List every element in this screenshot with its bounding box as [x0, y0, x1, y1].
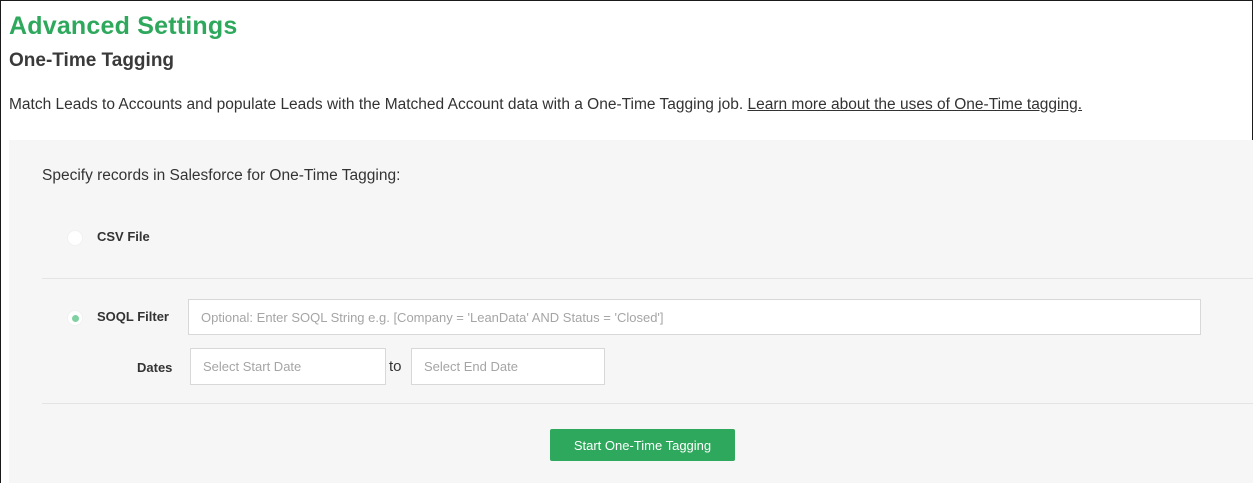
- description: Match Leads to Accounts and populate Lea…: [9, 96, 1082, 114]
- end-date-input[interactable]: [411, 348, 605, 385]
- soql-filter-label[interactable]: SOQL Filter: [97, 309, 169, 324]
- divider-bottom: [42, 403, 1253, 404]
- tagging-options-panel: Specify records in Salesforce for One-Ti…: [9, 140, 1253, 483]
- dates-label: Dates: [137, 360, 173, 375]
- divider-top: [42, 278, 1253, 279]
- learn-more-link[interactable]: Learn more about the uses of One-Time ta…: [747, 96, 1082, 113]
- soql-filter-radio[interactable]: [67, 310, 83, 326]
- csv-file-label[interactable]: CSV File: [97, 229, 150, 244]
- soql-filter-input[interactable]: [188, 299, 1201, 335]
- start-tagging-button[interactable]: Start One-Time Tagging: [550, 429, 735, 461]
- page-subtitle: One-Time Tagging: [9, 50, 175, 71]
- page-title: Advanced Settings: [9, 12, 238, 40]
- csv-file-radio[interactable]: [67, 230, 83, 246]
- date-separator: to: [389, 358, 402, 375]
- description-text: Match Leads to Accounts and populate Lea…: [9, 96, 744, 113]
- start-date-input[interactable]: [190, 348, 386, 385]
- panel-heading: Specify records in Salesforce for One-Ti…: [42, 167, 401, 184]
